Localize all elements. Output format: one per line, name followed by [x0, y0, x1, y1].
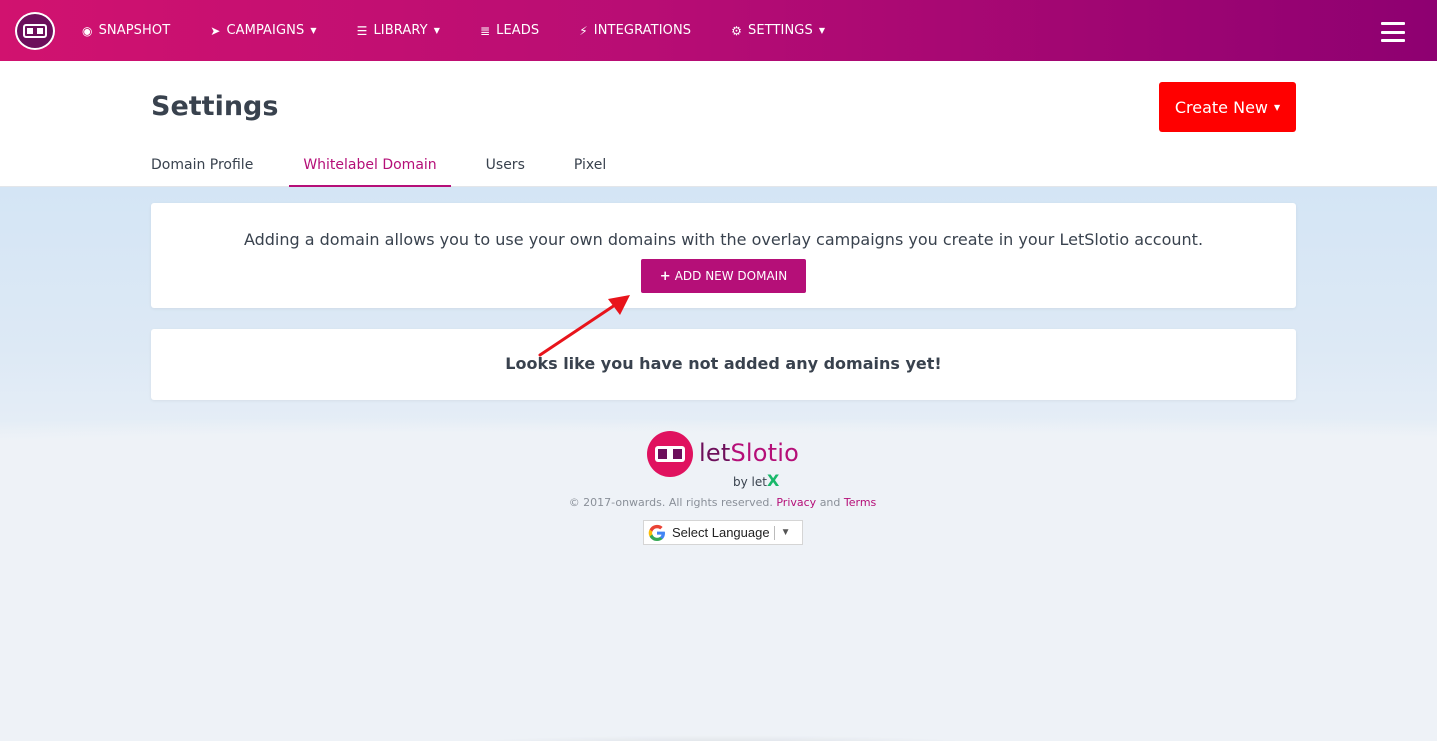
language-selector[interactable]: Select Language ▼ [643, 520, 803, 545]
chevron-down-icon: ▼ [310, 26, 317, 35]
brand-byline: by letX [733, 471, 780, 490]
nav-item-label: LIBRARY [373, 23, 428, 38]
gears-icon: ⚙ [731, 23, 743, 38]
bottom-shadow [440, 735, 1000, 741]
dropdown-arrow-icon: ▼ [780, 527, 791, 538]
app-logo[interactable] [15, 12, 55, 50]
dashboard-icon: ◉ [82, 23, 93, 38]
nav-item-label: INTEGRATIONS [593, 23, 692, 38]
nav-item-label: LEADS [496, 23, 540, 38]
chevron-down-icon: ▼ [818, 26, 826, 35]
tab-domain-profile[interactable]: Domain Profile [151, 153, 253, 187]
nav-menu: ◉ SNAPSHOT ➤ CAMPAIGNS ▼ ☰ LIBRARY ▼ ≣ L… [82, 0, 865, 61]
copyright-line: © 2017-onwards. All rights reserved. Pri… [568, 496, 877, 509]
domains-list-card: Looks like you have not added any domain… [151, 329, 1296, 400]
settings-tabs: Domain Profile Whitelabel Domain Users P… [151, 153, 606, 187]
create-new-button[interactable]: Create New ▼ [1159, 82, 1296, 132]
nav-item-label: CAMPAIGNS [226, 23, 305, 38]
library-icon: ☰ [356, 23, 368, 38]
tab-pixel[interactable]: Pixel [574, 153, 606, 187]
brand-name: letSlotio [699, 439, 800, 467]
nav-item-label: SETTINGS [748, 23, 813, 38]
add-domain-card: Adding a domain allows you to use your o… [151, 203, 1296, 308]
google-g-icon [648, 524, 665, 541]
logo-icon [23, 24, 47, 38]
add-new-domain-label: ADD NEW DOMAIN [674, 269, 788, 283]
tab-whitelabel-domain[interactable]: Whitelabel Domain [289, 153, 451, 187]
add-new-domain-button[interactable]: + ADD NEW DOMAIN [641, 259, 806, 293]
tab-users[interactable]: Users [486, 153, 525, 187]
nav-item-integrations[interactable]: ⚡ INTEGRATIONS [579, 23, 691, 38]
page-title: Settings [151, 91, 279, 122]
chevron-down-icon: ▼ [433, 26, 440, 35]
domain-description: Adding a domain allows you to use your o… [243, 230, 1204, 249]
privacy-link[interactable]: Privacy [776, 496, 816, 509]
nav-item-settings[interactable]: ⚙ SETTINGS ▼ [731, 23, 825, 38]
nav-item-library[interactable]: ☰ LIBRARY ▼ [357, 23, 440, 38]
brand-logo-icon [647, 431, 693, 477]
list-icon: ≣ [479, 23, 491, 38]
nav-item-campaigns[interactable]: ➤ CAMPAIGNS ▼ [210, 23, 316, 38]
footer-brand-logo: letSlotio by letX [647, 431, 807, 490]
create-new-label: Create New [1174, 97, 1268, 117]
chevron-down-icon: ▼ [1274, 102, 1281, 112]
page-header: Settings Create New ▼ Domain Profile Whi… [0, 61, 1437, 187]
top-navbar: ◉ SNAPSHOT ➤ CAMPAIGNS ▼ ☰ LIBRARY ▼ ≣ L… [0, 0, 1437, 61]
annotation-arrow-icon [538, 295, 630, 357]
paper-plane-icon: ➤ [210, 23, 221, 38]
nav-item-leads[interactable]: ≣ LEADS [480, 23, 539, 38]
empty-state-message: Looks like you have not added any domain… [505, 354, 942, 373]
plug-icon: ⚡ [579, 23, 588, 38]
nav-item-snapshot[interactable]: ◉ SNAPSHOT [82, 23, 170, 38]
plus-icon: + [659, 268, 671, 284]
terms-link[interactable]: Terms [844, 496, 876, 509]
hamburger-menu-icon[interactable] [1381, 22, 1405, 42]
language-label: Select Language [672, 525, 770, 540]
nav-item-label: SNAPSHOT [98, 23, 171, 38]
